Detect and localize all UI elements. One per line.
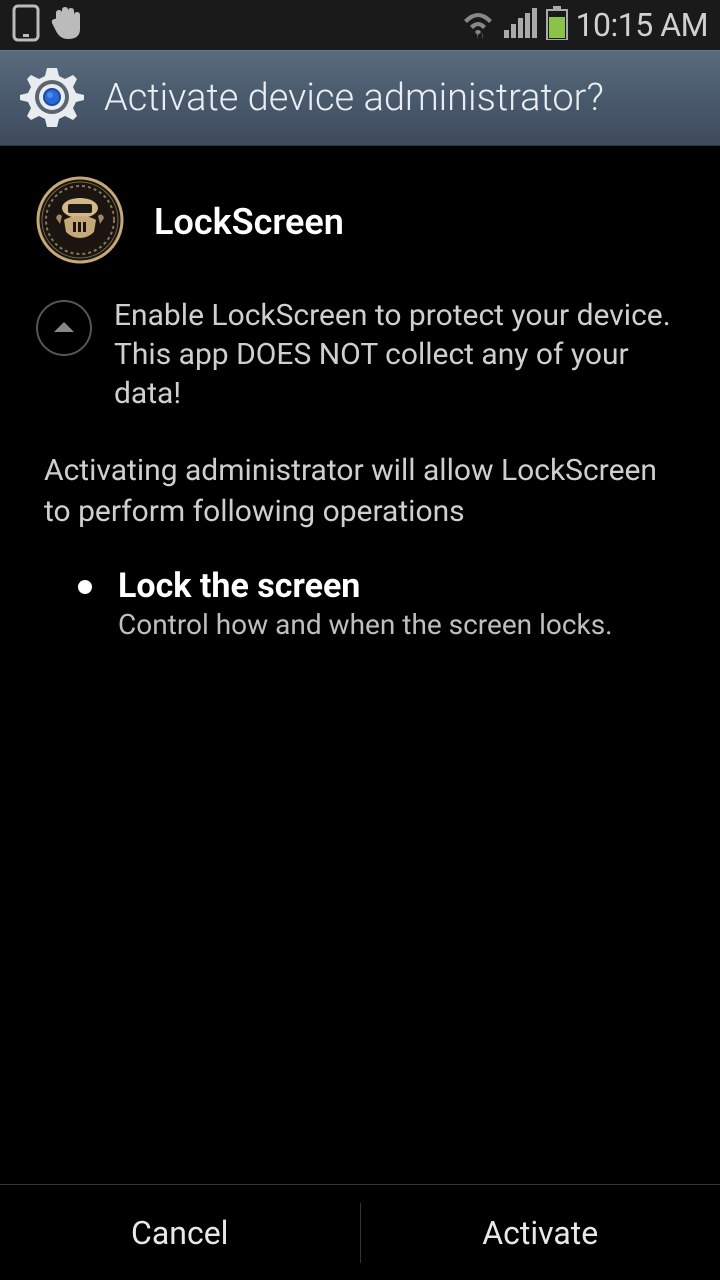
content-area: LockScreen Enable LockScreen to protect … — [0, 146, 720, 1184]
button-bar: Cancel Activate — [0, 1184, 720, 1280]
app-description: Enable LockScreen to protect your device… — [114, 296, 684, 413]
settings-gear-icon — [20, 64, 84, 132]
cancel-button[interactable]: Cancel — [0, 1185, 360, 1280]
bullet-icon — [78, 580, 92, 594]
description-row: Enable LockScreen to protect your device… — [36, 296, 684, 413]
permission-title: Lock the screen — [118, 566, 613, 606]
app-info-row: LockScreen — [36, 176, 684, 268]
wifi-icon: ↑↓ — [460, 8, 496, 42]
activate-info-text: Activating administrator will allow Lock… — [44, 451, 684, 532]
page-header: Activate device administrator? — [0, 50, 720, 146]
signal-icon — [504, 8, 538, 42]
chevron-up-icon — [53, 319, 75, 338]
battery-icon — [546, 6, 568, 44]
app-name: LockScreen — [154, 201, 344, 243]
permission-description: Control how and when the screen locks. — [118, 608, 613, 641]
permission-item: Lock the screen Control how and when the… — [78, 566, 684, 641]
svg-text:↑↓: ↑↓ — [475, 31, 485, 38]
status-phone-icon — [12, 4, 40, 46]
page-title: Activate device administrator? — [104, 76, 604, 120]
app-icon — [36, 176, 124, 268]
collapse-toggle-button[interactable] — [36, 300, 92, 356]
activate-button[interactable]: Activate — [361, 1185, 720, 1280]
status-bar: ↑↓ 10:15 AM — [0, 0, 720, 50]
status-time: 10:15 AM — [576, 6, 708, 44]
status-hand-icon — [50, 5, 82, 45]
